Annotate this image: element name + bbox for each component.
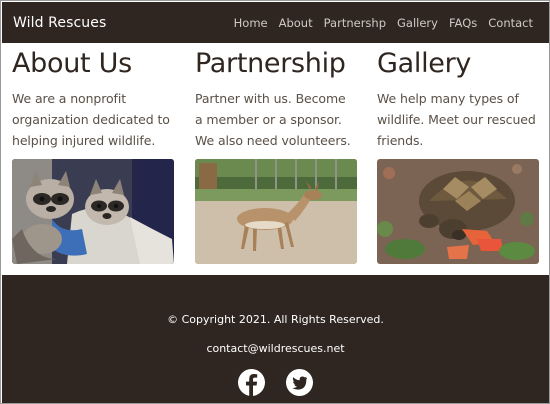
tortoise-photo — [377, 159, 539, 264]
nav-link-faqs[interactable]: FAQs — [449, 16, 477, 30]
copyright-text: © Copyright 2021. All Rights Reserved. — [167, 313, 384, 326]
gallery-text: We help many types of wildlife. Meet our… — [377, 91, 536, 148]
nav-links: Home About Partnershp Gallery FAQs Conta… — [223, 16, 533, 30]
main-content: About Us We are a nonprofit organization… — [2, 43, 549, 275]
nav-link-home[interactable]: Home — [234, 16, 268, 30]
gallery-section: Gallery We help many types of wildlife. … — [377, 43, 539, 154]
deer-photo — [195, 159, 357, 264]
nav-link-contact[interactable]: Contact — [488, 16, 533, 30]
nav-link-gallery[interactable]: Gallery — [397, 16, 438, 30]
about-text: We are a nonprofit organization dedicate… — [12, 91, 170, 148]
nav-link-about[interactable]: About — [279, 16, 313, 30]
footer: © Copyright 2021. All Rights Reserved. c… — [2, 275, 549, 403]
partnership-text: Partner with us. Become a member or a sp… — [195, 91, 351, 148]
twitter-icon[interactable] — [286, 369, 313, 396]
gallery-heading: Gallery — [377, 48, 472, 79]
partnership-section: Partnership Partner with us. Become a me… — [195, 43, 357, 154]
raccoon-kits-photo — [12, 159, 174, 264]
page-frame: Wild Rescues Home About Partnershp Galle… — [0, 0, 550, 404]
brand-logo[interactable]: Wild Rescues — [13, 15, 106, 31]
about-heading: About Us — [12, 48, 132, 79]
partnership-heading: Partnership — [195, 48, 346, 79]
contact-email-link[interactable]: contact@wildrescues.net — [2, 342, 549, 355]
navbar: Wild Rescues Home About Partnershp Galle… — [2, 2, 549, 43]
about-section: About Us We are a nonprofit organization… — [12, 43, 174, 154]
nav-link-partnership[interactable]: Partnershp — [324, 16, 386, 30]
social-links — [238, 369, 313, 396]
facebook-icon[interactable] — [238, 369, 265, 396]
